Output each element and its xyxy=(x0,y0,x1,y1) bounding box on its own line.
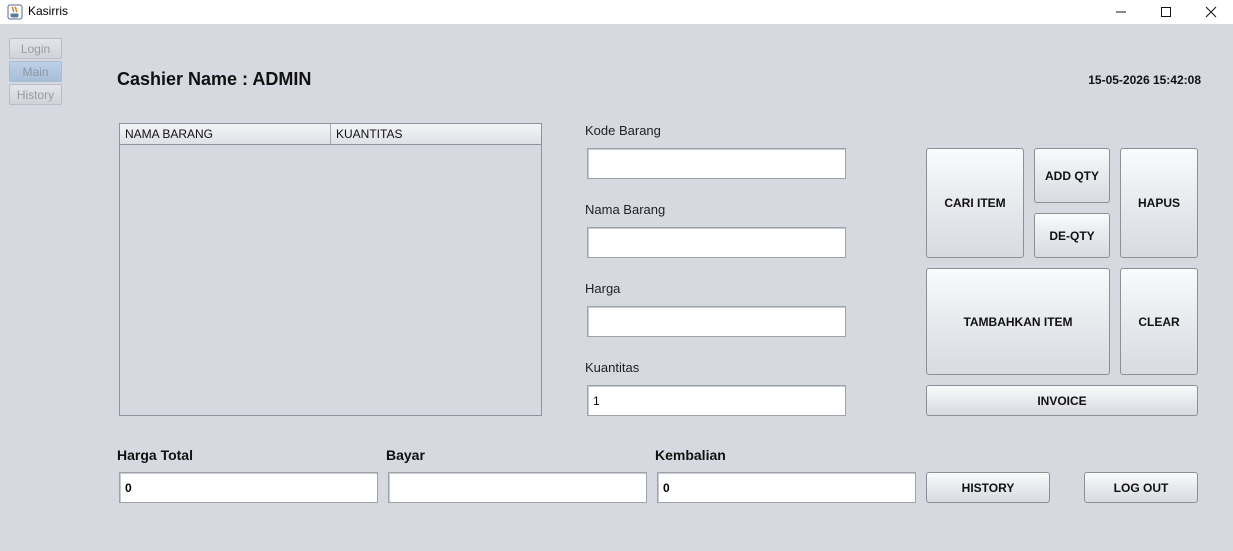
tab-main[interactable]: Main xyxy=(9,61,62,82)
harga-field[interactable] xyxy=(587,306,846,337)
cashier-name-label: Cashier Name : ADMIN xyxy=(117,69,312,89)
column-header-nama-barang[interactable]: NAMA BARANG xyxy=(120,124,331,144)
bayar-field[interactable] xyxy=(388,472,647,503)
minimize-button[interactable] xyxy=(1098,0,1144,24)
kembalian-field[interactable] xyxy=(657,472,916,503)
invoice-button[interactable]: INVOICE xyxy=(926,385,1198,416)
column-header-kuantitas[interactable]: KUANTITAS xyxy=(331,124,541,144)
window-title: Kasirris xyxy=(28,4,69,18)
add-qty-button[interactable]: ADD QTY xyxy=(1034,148,1110,203)
harga-total-label: Harga Total xyxy=(117,447,193,463)
kode-barang-field[interactable] xyxy=(587,148,846,179)
kode-barang-label: Kode Barang xyxy=(585,123,661,138)
tab-history[interactable]: History xyxy=(9,84,62,105)
harga-label: Harga xyxy=(585,281,621,296)
kembalian-label: Kembalian xyxy=(655,447,726,463)
minimize-icon xyxy=(1116,11,1126,13)
history-button[interactable]: HISTORY xyxy=(926,472,1050,503)
logout-button[interactable]: LOG OUT xyxy=(1084,472,1198,503)
close-button[interactable] xyxy=(1188,0,1233,24)
kuantitas-label: Kuantitas xyxy=(585,360,640,375)
kuantitas-field[interactable] xyxy=(587,385,846,416)
java-coffee-icon xyxy=(7,4,23,20)
cart-table[interactable]: NAMA BARANG KUANTITAS xyxy=(119,123,542,416)
cari-item-button[interactable]: CARI ITEM xyxy=(926,148,1024,258)
tab-login[interactable]: Login xyxy=(9,38,62,59)
title-bar: Kasirris xyxy=(0,0,1233,24)
nama-barang-field[interactable] xyxy=(587,227,846,258)
hapus-button[interactable]: HAPUS xyxy=(1120,148,1198,258)
table-header: NAMA BARANG KUANTITAS xyxy=(120,124,541,145)
clear-button[interactable]: CLEAR xyxy=(1120,268,1198,375)
app-window: Kasirris Login Main History Cashier Name… xyxy=(0,0,1233,551)
bayar-label: Bayar xyxy=(386,447,425,463)
maximize-icon xyxy=(1161,7,1171,17)
harga-total-field[interactable] xyxy=(119,472,378,503)
datetime-label: 15-05-2026 15:42:08 xyxy=(1088,73,1201,87)
close-icon xyxy=(1205,6,1217,18)
maximize-button[interactable] xyxy=(1143,0,1189,24)
de-qty-button[interactable]: DE-QTY xyxy=(1034,213,1110,258)
nama-barang-label: Nama Barang xyxy=(585,202,666,217)
tambahkan-item-button[interactable]: TAMBAHKAN ITEM xyxy=(926,268,1110,375)
